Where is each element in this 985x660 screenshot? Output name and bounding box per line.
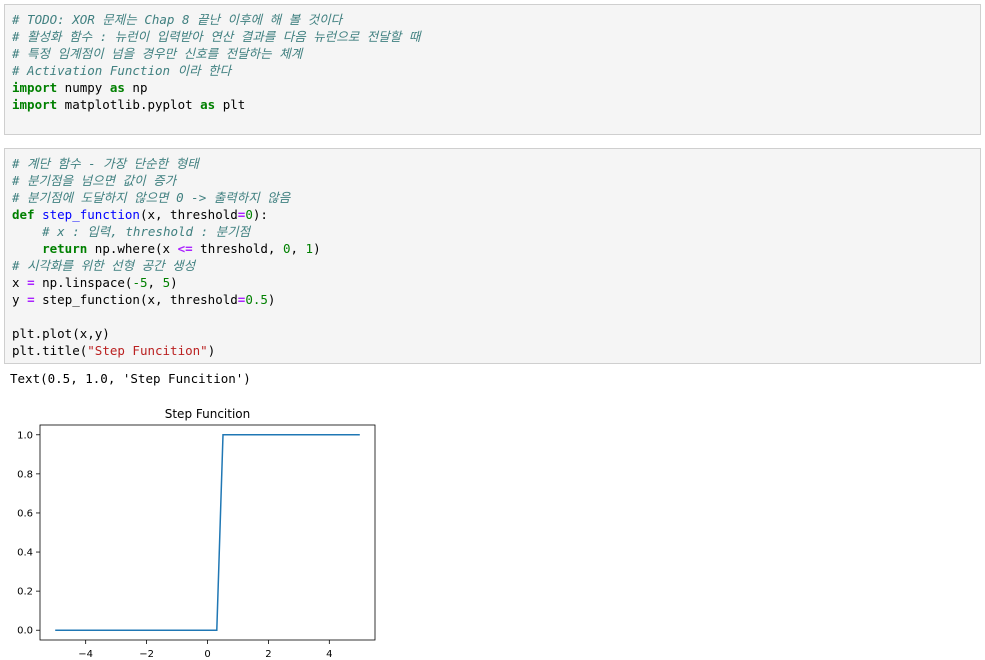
step-function-plot: Step Funcition −4 −2 0 2 4 0.0 0.2 0.4 0.6 0.8 1.0	[17, 407, 376, 660]
cell-output-text: Text(0.5, 1.0, 'Step Funcition')	[10, 371, 251, 386]
code-line: # TODO: XOR 문제는 Chap 8 끝난 이후에 해 볼 것이다	[12, 11, 342, 28]
code-token: )	[267, 292, 276, 307]
code-line: # 분기점을 넘으면 값이 증가	[12, 172, 176, 189]
code-token: ):	[252, 207, 268, 222]
code-token: # 분기점에 도달하지 않으면 0 -> 출력하지 않음	[12, 190, 291, 205]
chart-title: Step Funcition	[165, 407, 251, 421]
code-line: # x : 입력, threshold : 분기점	[12, 223, 250, 240]
code-line: # 활성화 함수 : 뉴런이 입력받아 연산 결과를 다음 뉴런으로 전달할 때	[12, 28, 420, 45]
code-line: plt.title("Step Funcition")	[12, 342, 215, 359]
code-token: # 분기점을 넘으면 값이 증가	[12, 173, 177, 188]
code-token: )	[170, 275, 178, 290]
code-token: # TODO: XOR 문제는 Chap 8 끝난 이후에 해 볼 것이다	[12, 12, 343, 27]
code-token: numpy	[57, 80, 110, 95]
code-token: # 활성화 함수 : 뉴런이 입력받아 연산 결과를 다음 뉴런으로 전달할 때	[12, 29, 421, 44]
code-line: import numpy as np	[12, 79, 147, 96]
code-token: # 계단 함수 - 가장 단순한 형태	[12, 156, 199, 171]
code-token: )	[207, 343, 216, 358]
code-token: <=	[177, 241, 193, 256]
code-token: def	[12, 207, 35, 222]
code-token: import	[12, 80, 58, 95]
code-line: # 분기점에 도달하지 않으면 0 -> 출력하지 않음	[12, 189, 290, 206]
code-token: ,	[290, 241, 306, 256]
code-token: 1	[305, 241, 314, 256]
code-line: plt.plot(x,y)	[12, 325, 110, 342]
x-tick-label: 4	[326, 649, 332, 660]
code-token: as	[109, 80, 125, 95]
code-token: plt	[215, 97, 246, 112]
y-tick-label: 0.0	[17, 626, 33, 637]
code-line: y = step_function(x, threshold=0.5)	[12, 291, 275, 308]
code-cell-imports[interactable]: # TODO: XOR 문제는 Chap 8 끝난 이후에 해 볼 것이다 # 활…	[4, 4, 981, 135]
x-tick-label: −2	[139, 649, 154, 660]
code-token: 0.5	[245, 292, 268, 307]
code-token: # Activation Function 이라 한다	[12, 63, 232, 78]
code-token: np.linspace(	[34, 275, 133, 290]
code-token: 0	[245, 207, 253, 222]
code-token: # 특정 임계점이 넘을 경우만 신호를 전달하는 체계	[12, 46, 303, 61]
x-tick-label: 2	[265, 649, 271, 660]
code-token: # 시각화를 위한 선형 공간 생성	[12, 258, 196, 273]
code-token: matplotlib.pyplot	[57, 97, 201, 112]
code-token: ,	[147, 275, 163, 290]
code-line: # 시각화를 위한 선형 공간 생성	[12, 257, 195, 274]
x-tick-label: −4	[78, 649, 93, 660]
code-token: )	[313, 241, 321, 256]
code-line: # Activation Function 이라 한다	[12, 62, 231, 79]
y-tick-label: 0.6	[17, 508, 33, 519]
code-token: -5	[132, 275, 148, 290]
y-tick-label: 0.2	[17, 587, 33, 598]
code-token: x	[12, 275, 28, 290]
code-token: import	[12, 97, 58, 112]
code-token: # x : 입력, threshold : 분기점	[42, 224, 251, 239]
code-token: step_function(x, threshold	[34, 292, 238, 307]
series-line-0	[55, 434, 360, 631]
code-token: np	[124, 80, 148, 95]
code-line: x = np.linspace(-5, 5)	[12, 274, 178, 291]
code-token: plt.plot(x,y)	[12, 326, 110, 341]
code-line: import matplotlib.pyplot as plt	[12, 96, 245, 113]
code-token: return	[42, 241, 88, 256]
y-tick-label: 0.8	[17, 469, 33, 480]
code-line: def step_function(x, threshold=0):	[12, 206, 268, 223]
code-cell-step-function[interactable]: # 계단 함수 - 가장 단순한 형태 # 분기점을 넘으면 값이 증가 # 분기점…	[4, 148, 981, 364]
x-tick-label: 0	[204, 649, 210, 660]
code-token: "Step Funcition"	[87, 343, 208, 358]
code-line: # 계단 함수 - 가장 단순한 형태	[12, 155, 199, 172]
y-tick-label: 1.0	[17, 430, 33, 441]
code-token: threshold,	[192, 241, 283, 256]
code-token: =	[27, 292, 35, 307]
code-token: np.where(x	[87, 241, 178, 256]
axes-frame	[39, 424, 376, 641]
code-token: as	[200, 97, 216, 112]
y-tick-label: 0.4	[17, 548, 33, 559]
code-line: return np.where(x <= threshold, 0, 1)	[12, 240, 321, 257]
code-token: step_function	[42, 207, 140, 222]
code-token: (x, threshold	[139, 207, 238, 222]
code-token: 5	[162, 275, 171, 290]
code-token: y	[12, 292, 28, 307]
code-line: # 특정 임계점이 넘을 경우만 신호를 전달하는 체계	[12, 45, 302, 62]
code-token: =	[27, 275, 35, 290]
code-token: plt.title(	[12, 343, 88, 358]
